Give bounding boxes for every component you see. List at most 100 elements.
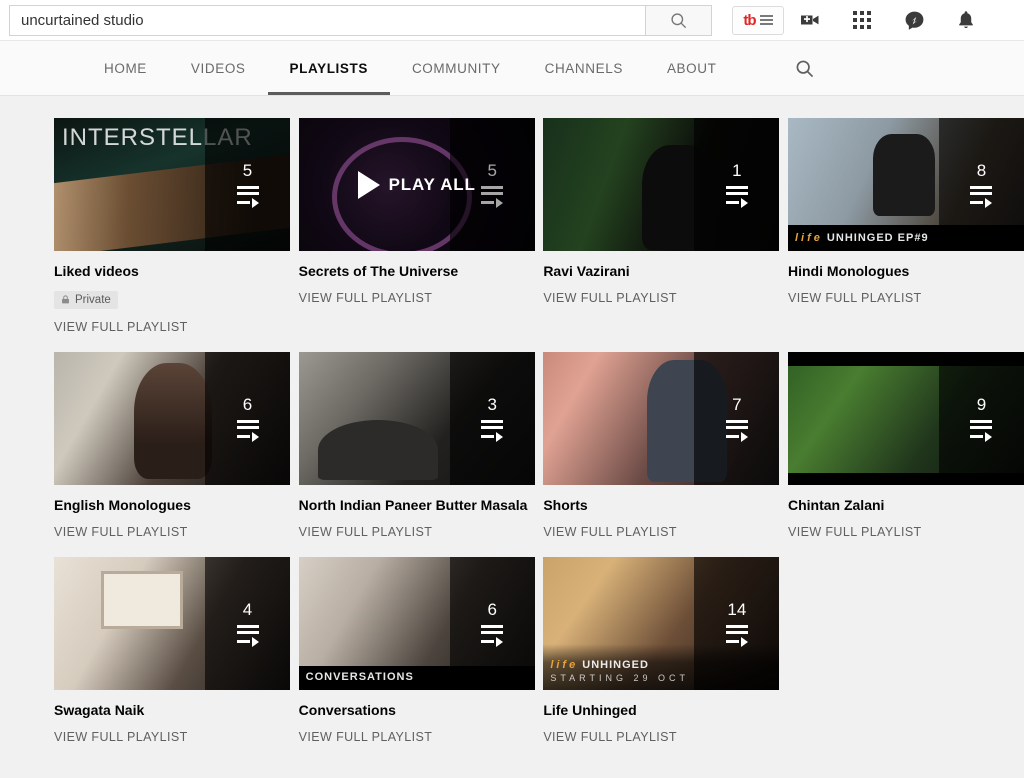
playlist-thumbnail[interactable]: life UNHINGED STARTING 29 OCT 14 xyxy=(543,557,780,691)
apps-grid-button[interactable] xyxy=(836,0,888,41)
apps-grid-icon xyxy=(853,11,871,29)
playlist-icon xyxy=(725,624,748,647)
playlist-thumbnail[interactable]: life UNHINGED EP#9 8 xyxy=(787,118,1024,251)
playlist-video-count: 3 xyxy=(487,394,497,414)
playlist-card[interactable]: CONVERSATIONS 6 Conversations VIEW FULL PLA… xyxy=(298,557,535,744)
create-video-icon xyxy=(801,15,819,25)
search-icon xyxy=(671,12,687,28)
browser-search-bar: tb xyxy=(0,0,1024,41)
search-field-wrapper[interactable] xyxy=(9,4,712,36)
tab-label: HOME xyxy=(104,60,147,76)
search-button[interactable] xyxy=(645,5,711,35)
play-all-overlay[interactable]: PLAY ALL xyxy=(298,118,535,251)
playlist-card[interactable]: 1 Ravi Vazirani VIEW FULL PLAYLIST xyxy=(543,118,780,334)
thumbnail-caption: CONVERSATIONS xyxy=(305,671,414,684)
playlist-thumbnail[interactable]: CONVERSATIONS 6 xyxy=(298,557,535,691)
search-input[interactable] xyxy=(10,5,645,35)
channel-search-button[interactable] xyxy=(776,41,832,95)
notifications-bell-icon xyxy=(959,11,973,29)
view-full-playlist-link[interactable]: VIEW FULL PLAYLIST xyxy=(299,291,535,305)
play-icon xyxy=(357,170,380,199)
messages-icon xyxy=(905,11,923,30)
playlist-icon xyxy=(236,624,259,647)
playlist-thumbnail[interactable]: 3 xyxy=(298,352,535,486)
view-full-playlist-link[interactable]: VIEW FULL PLAYLIST xyxy=(299,525,535,539)
playlist-icon xyxy=(236,419,259,442)
playlist-icon xyxy=(481,624,504,647)
playlist-card[interactable]: 5 PLAY ALL Secrets of The Universe VIEW FUL… xyxy=(298,118,535,334)
playlist-thumbnail[interactable]: 5 xyxy=(54,118,290,251)
view-full-playlist-link[interactable]: VIEW FULL PLAYLIST xyxy=(788,525,1024,539)
playlist-icon xyxy=(725,185,748,208)
tab-label: VIDEOS xyxy=(190,60,246,76)
playlist-title: Ravi Vazirani xyxy=(543,263,630,279)
view-full-playlist-link[interactable]: VIEW FULL PLAYLIST xyxy=(543,730,779,744)
notifications-button[interactable] xyxy=(940,0,992,41)
view-full-playlist-link[interactable]: VIEW FULL PLAYLIST xyxy=(54,730,290,744)
view-full-playlist-link[interactable]: VIEW FULL PLAYLIST xyxy=(543,291,779,305)
thumbnail-caption: life UNHINGED EP#9 xyxy=(794,232,929,244)
status-badge-label: Private xyxy=(75,293,111,306)
playlist-count-overlay: 3 xyxy=(449,352,535,486)
playlist-thumbnail[interactable]: 5 PLAY ALL xyxy=(298,118,535,251)
playlist-count-overlay: 6 xyxy=(449,557,535,691)
messages-button[interactable] xyxy=(888,0,940,41)
playlist-icon xyxy=(970,419,993,442)
playlist-video-count: 14 xyxy=(727,599,747,619)
playlist-card[interactable]: 5 Liked videos Private VIEW FULL PLAYLIST xyxy=(54,118,290,334)
tab-label: CHANNELS xyxy=(544,60,623,76)
playlist-title: North Indian Paneer Butter Masala xyxy=(298,497,528,514)
playlist-card[interactable]: 4 Swagata Naik VIEW FULL PLAYLIST xyxy=(54,557,290,744)
lock-icon xyxy=(62,295,69,304)
playlist-card[interactable]: 9 Chintan Zalani VIEW FULL PLAYLIST xyxy=(787,352,1024,539)
playlist-video-count: 7 xyxy=(732,394,742,414)
view-full-playlist-link[interactable]: VIEW FULL PLAYLIST xyxy=(299,730,535,744)
playlist-thumbnail[interactable]: 4 xyxy=(54,557,290,691)
playlist-video-count: 5 xyxy=(242,160,253,180)
view-full-playlist-link[interactable]: VIEW FULL PLAYLIST xyxy=(543,525,779,539)
playlist-grid: 5Liked videosPrivateVIEW FULL PLAYLIST5P… xyxy=(0,96,1024,762)
playlist-video-count: 6 xyxy=(487,599,497,619)
playlist-video-count: 8 xyxy=(976,160,987,180)
playlist-title: Shorts xyxy=(543,497,588,514)
playlist-count-overlay: 5 xyxy=(205,118,290,251)
tab-label: COMMUNITY xyxy=(411,60,501,76)
view-full-playlist-link[interactable]: VIEW FULL PLAYLIST xyxy=(788,291,1024,305)
playlist-icon xyxy=(970,185,993,208)
tab-videos[interactable]: VIDEOS xyxy=(169,41,268,95)
playlist-thumbnail[interactable]: 9 xyxy=(787,352,1024,486)
channel-nav-tabs: HOME VIDEOS PLAYLISTS COMMUNITY CHANNELS… xyxy=(0,41,1024,96)
thumbnail-caption: life UNHINGED STARTING 29 OCT xyxy=(550,659,689,684)
playlist-icon xyxy=(236,185,259,208)
playlist-count-overlay: 1 xyxy=(694,118,780,251)
tab-playlists[interactable]: PLAYLISTS xyxy=(267,41,391,95)
playlist-thumbnail[interactable]: 6 xyxy=(54,352,290,486)
tab-home[interactable]: HOME xyxy=(82,41,169,95)
playlist-title: Swagata Naik xyxy=(54,702,145,719)
playlist-count-overlay: 6 xyxy=(205,352,290,486)
tab-about[interactable]: ABOUT xyxy=(645,41,739,95)
playlist-title: Life Unhinged xyxy=(543,702,637,719)
play-all-label: PLAY ALL xyxy=(388,174,476,194)
playlist-thumbnail[interactable]: 7 xyxy=(543,352,780,486)
playlist-card[interactable]: life UNHINGED EP#9 8 Hindi Monologues VIEW … xyxy=(787,118,1024,334)
tab-channels[interactable]: CHANNELS xyxy=(523,41,645,95)
view-full-playlist-link[interactable]: VIEW FULL PLAYLIST xyxy=(54,320,290,334)
tab-community[interactable]: COMMUNITY xyxy=(390,41,523,95)
tab-label: PLAYLISTS xyxy=(289,60,368,76)
playlist-video-count: 6 xyxy=(242,394,253,414)
playlist-icon xyxy=(725,419,748,442)
view-full-playlist-link[interactable]: VIEW FULL PLAYLIST xyxy=(54,525,290,539)
hamburger-icon xyxy=(759,15,773,25)
playlist-title: Chintan Zalani xyxy=(787,497,885,514)
playlist-title: English Monologues xyxy=(54,497,191,514)
playlist-card[interactable]: 6 English Monologues VIEW FULL PLAYLIST xyxy=(54,352,290,539)
create-video-button[interactable] xyxy=(784,0,836,41)
playlist-thumbnail[interactable]: 1 xyxy=(543,118,780,251)
playlist-card[interactable]: life UNHINGED STARTING 29 OCT 14 Life Unhin… xyxy=(543,557,780,744)
playlist-title: Secrets of The Universe xyxy=(298,263,459,279)
playlist-card[interactable]: 7 Shorts VIEW FULL PLAYLIST xyxy=(543,352,780,539)
playlist-card[interactable]: 3 North Indian Paneer Butter Masala VIEW F… xyxy=(298,352,535,539)
playlist-count-overlay: 8 xyxy=(939,118,1024,251)
tubebuddy-extension-button[interactable]: tb xyxy=(732,5,784,35)
